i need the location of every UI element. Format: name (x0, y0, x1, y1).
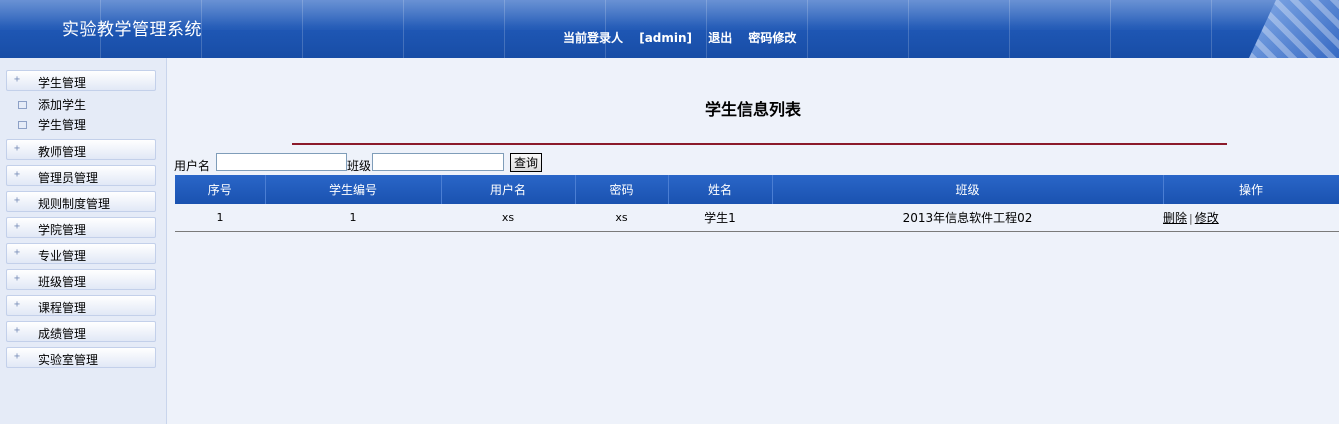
logout-link[interactable]: 退出 (708, 31, 732, 45)
menu-course-management[interactable]: + 课程管理 (6, 295, 156, 316)
menu-student-management[interactable]: + 学生管理 (6, 70, 156, 91)
menu-label: 学生管理 (38, 76, 87, 90)
expand-icon: + (14, 351, 21, 362)
expand-icon: + (14, 143, 21, 154)
banner-divider (1211, 0, 1212, 58)
column-header: 班级 (772, 175, 1164, 204)
top-banner: 实验教学管理系统 当前登录人 [admin] 退出 密码修改 (0, 0, 1339, 58)
submenu-add-student[interactable]: 添加学生 (18, 96, 86, 114)
menu-label: 规则制度管理 (38, 197, 111, 211)
menu-label: 课程管理 (38, 301, 87, 315)
expand-icon: + (14, 325, 21, 336)
page-title: 学生信息列表 (705, 100, 802, 119)
current-user-name: [admin] (639, 31, 693, 45)
expand-icon: + (14, 221, 21, 232)
menu-major-management[interactable]: + 专业管理 (6, 243, 156, 264)
expand-icon: + (14, 169, 21, 180)
banner-divider (908, 0, 909, 58)
menu-label: 教师管理 (38, 145, 87, 159)
banner-divider (1009, 0, 1010, 58)
submenu-label: 添加学生 (38, 98, 87, 112)
expand-icon: + (14, 299, 21, 310)
banner-divider (302, 0, 303, 58)
menu-lab-management[interactable]: + 实验室管理 (6, 347, 156, 368)
menu-label: 班级管理 (38, 275, 87, 289)
menu-label: 成绩管理 (38, 327, 87, 341)
column-header: 学生编号 (265, 175, 442, 204)
column-header: 序号 (175, 175, 266, 204)
menu-class-management[interactable]: + 班级管理 (6, 269, 156, 290)
banner-divider (504, 0, 505, 58)
delete-link[interactable]: 删除 (1163, 211, 1187, 225)
table-header-row: 序号 学生编号 用户名 密码 姓名 班级 操作 (175, 175, 1339, 204)
cell-actions: 删除 | 修改 (1163, 204, 1339, 232)
expand-icon: + (14, 273, 21, 284)
app-title: 实验教学管理系统 (62, 20, 202, 40)
cell-index: 1 (175, 204, 265, 232)
menu-label: 实验室管理 (38, 353, 99, 367)
menu-admin-management[interactable]: + 管理员管理 (6, 165, 156, 186)
banner-divider (1110, 0, 1111, 58)
menu-teacher-management[interactable]: + 教师管理 (6, 139, 156, 160)
column-header: 姓名 (668, 175, 773, 204)
submenu-label: 学生管理 (38, 118, 87, 132)
column-header: 密码 (575, 175, 669, 204)
submenu-bullet-icon (18, 100, 27, 109)
class-input[interactable] (372, 153, 504, 171)
menu-college-management[interactable]: + 学院管理 (6, 217, 156, 238)
current-user-label: 当前登录人 (563, 31, 624, 45)
expand-icon: + (14, 247, 21, 258)
title-divider (292, 143, 1227, 145)
cell-name: 学生1 (668, 204, 772, 232)
column-header: 用户名 (441, 175, 576, 204)
menu-label: 管理员管理 (38, 171, 99, 185)
sidebar: + 学生管理 添加学生 学生管理 + 教师管理 + 管理员管理 + 规则制度管理… (0, 58, 167, 424)
expand-icon: + (14, 74, 21, 85)
username-label: 用户名 (174, 159, 211, 173)
query-button[interactable]: 查询 (510, 153, 543, 172)
change-password-link[interactable]: 密码修改 (748, 31, 796, 45)
class-label: 班级 (347, 159, 372, 173)
menu-label: 专业管理 (38, 249, 87, 263)
username-input[interactable] (216, 153, 347, 171)
student-table: 序号 学生编号 用户名 密码 姓名 班级 操作 1 1 xs xs 学生1 20… (175, 175, 1339, 232)
banner-divider (403, 0, 404, 58)
submenu-bullet-icon (18, 120, 27, 129)
expand-icon: + (14, 195, 21, 206)
cell-username: xs (441, 204, 575, 232)
menu-label: 学院管理 (38, 223, 87, 237)
submenu-student-list[interactable]: 学生管理 (18, 116, 86, 134)
action-separator: | (1189, 212, 1193, 225)
user-bar: 当前登录人 [admin] 退出 密码修改 (563, 29, 808, 46)
cell-password: xs (575, 204, 668, 232)
menu-rules-management[interactable]: + 规则制度管理 (6, 191, 156, 212)
cell-class: 2013年信息软件工程02 (772, 204, 1163, 232)
table-row: 1 1 xs xs 学生1 2013年信息软件工程02 删除 | 修改 (175, 204, 1339, 232)
column-header: 操作 (1163, 175, 1339, 204)
menu-grade-management[interactable]: + 成绩管理 (6, 321, 156, 342)
cell-student-no: 1 (265, 204, 441, 232)
edit-link[interactable]: 修改 (1195, 211, 1219, 225)
